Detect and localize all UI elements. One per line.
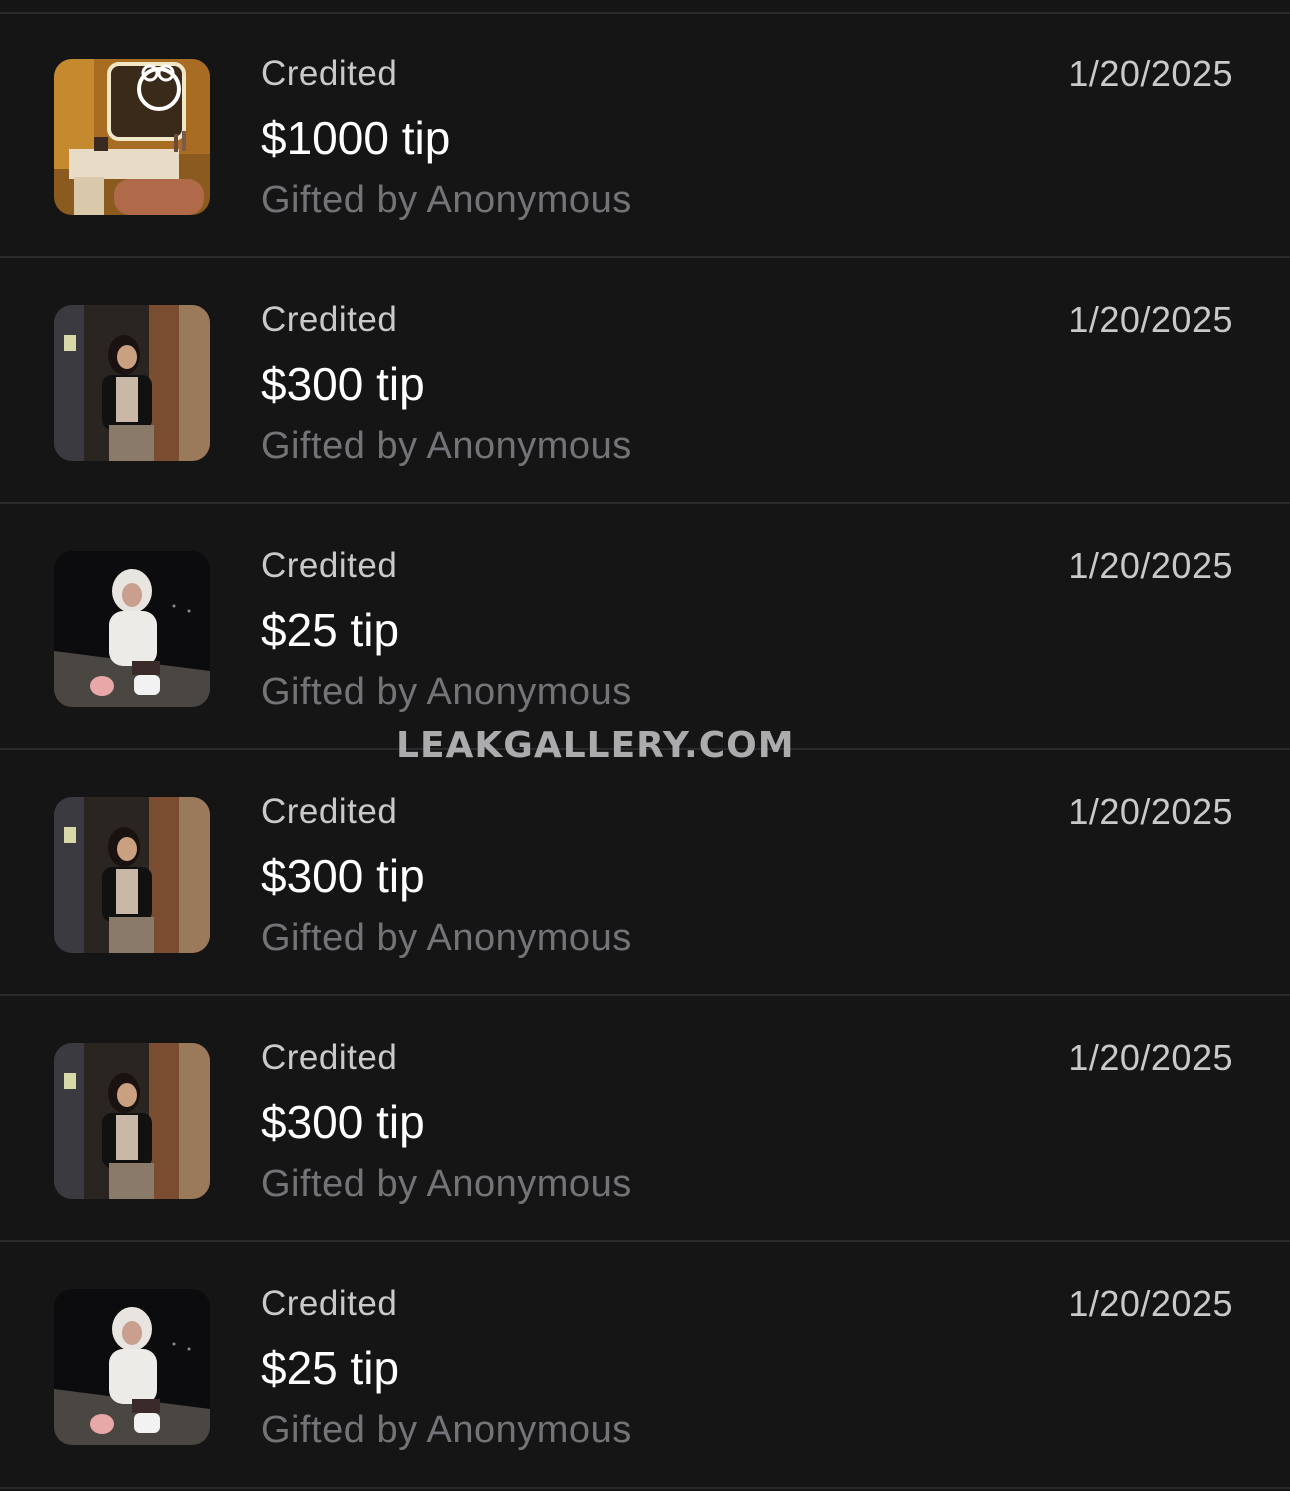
transaction-amount: $25 tip: [261, 1342, 400, 1394]
transaction-gifted-by: Gifted by Anonymous: [261, 917, 632, 959]
transaction-date: 1/20/2025: [1068, 53, 1233, 94]
transaction-status: Credited: [261, 546, 398, 585]
person-night-thumbnail: [54, 1289, 210, 1445]
transaction-date: 1/20/2025: [1068, 791, 1233, 832]
transaction-list: Credited $1000 tip Gifted by Anonymous 1…: [0, 0, 1290, 1491]
transaction-row[interactable]: Credited $25 tip Gifted by Anonymous 1/2…: [0, 1244, 1290, 1489]
transaction-row[interactable]: Credited $25 tip Gifted by Anonymous 1/2…: [0, 506, 1290, 750]
vanity-room-thumbnail: [54, 59, 210, 215]
transaction-row[interactable]: Credited $300 tip Gifted by Anonymous 1/…: [0, 752, 1290, 996]
person-indoor-thumbnail: [54, 797, 210, 953]
transaction-date: 1/20/2025: [1068, 545, 1233, 586]
transaction-amount: $1000 tip: [261, 112, 451, 164]
transaction-status: Credited: [261, 792, 398, 831]
transaction-amount: $25 tip: [261, 604, 400, 656]
transaction-row[interactable]: Credited $300 tip Gifted by Anonymous 1/…: [0, 260, 1290, 504]
person-night-thumbnail: [54, 551, 210, 707]
transaction-gifted-by: Gifted by Anonymous: [261, 425, 632, 467]
transaction-gifted-by: Gifted by Anonymous: [261, 179, 632, 221]
transaction-date: 1/20/2025: [1068, 1037, 1233, 1078]
transaction-amount: $300 tip: [261, 1096, 425, 1148]
transaction-gifted-by: Gifted by Anonymous: [261, 1163, 632, 1205]
transaction-date: 1/20/2025: [1068, 299, 1233, 340]
transaction-date: 1/20/2025: [1068, 1283, 1233, 1324]
transaction-status: Credited: [261, 54, 398, 93]
transaction-row[interactable]: Credited $300 tip Gifted by Anonymous 1/…: [0, 998, 1290, 1242]
transaction-status: Credited: [261, 1284, 398, 1323]
person-indoor-thumbnail: [54, 305, 210, 461]
transaction-amount: $300 tip: [261, 358, 425, 410]
person-indoor-thumbnail: [54, 1043, 210, 1199]
transaction-status: Credited: [261, 300, 398, 339]
transaction-gifted-by: Gifted by Anonymous: [261, 1409, 632, 1451]
transaction-gifted-by: Gifted by Anonymous: [261, 671, 632, 713]
transaction-status: Credited: [261, 1038, 398, 1077]
transaction-amount: $300 tip: [261, 850, 425, 902]
transaction-row[interactable]: Credited $1000 tip Gifted by Anonymous 1…: [0, 14, 1290, 258]
